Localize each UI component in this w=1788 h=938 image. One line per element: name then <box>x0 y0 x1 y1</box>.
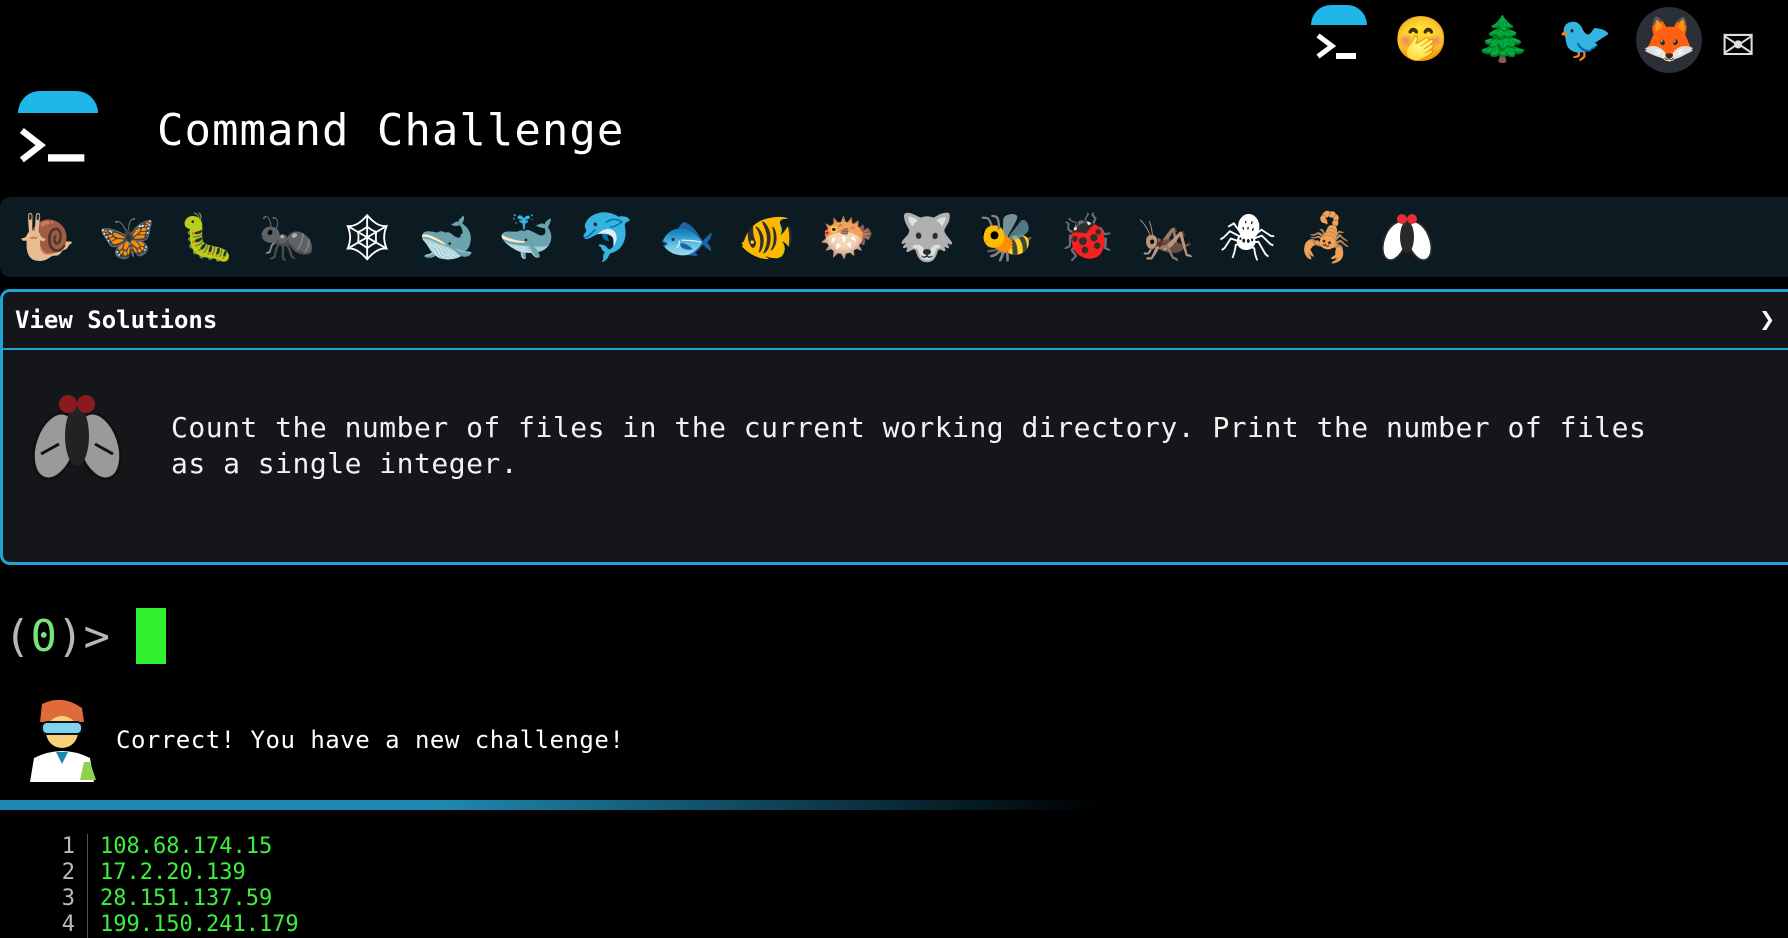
bee-icon[interactable]: 🐝 <box>972 202 1042 272</box>
challenge-description: Count the number of files in the current… <box>171 411 1647 480</box>
prompt-arrow: > <box>83 610 111 662</box>
blowfish-icon[interactable]: 🐡 <box>812 202 882 272</box>
cricket-icon[interactable]: 🦗 <box>1132 202 1202 272</box>
challenge-nav: 🐌 🦋 🐛 🐜 🕸 🐋 🐳 🐬 🐟 🐠 🐡 🐺 🐝 🐞 🦗 🕷 🦂 <box>0 197 1788 277</box>
spider-web-icon[interactable]: 🕸 <box>332 202 402 272</box>
line-number: 4 <box>60 912 88 938</box>
ant-icon[interactable]: 🐜 <box>252 202 322 272</box>
output-value: 28.151.137.59 <box>100 886 273 911</box>
social-links: 🤭 🌲 🐦 🦊 ✉ <box>1308 0 1788 80</box>
output-value: 17.2.20.139 <box>100 860 246 885</box>
tree-icon[interactable]: 🌲 <box>1472 9 1534 71</box>
dolphin-icon[interactable]: 🐬 <box>572 202 642 272</box>
shush-face-icon[interactable]: 🤭 <box>1390 9 1452 71</box>
site-title: Command Challenge <box>157 104 625 156</box>
tropical-fish-icon[interactable]: 🐠 <box>732 202 802 272</box>
prompt-open-paren: ( <box>4 610 31 662</box>
terminal-prompt-icon <box>1316 33 1356 59</box>
site-logo[interactable] <box>17 89 99 171</box>
cap-icon <box>1311 5 1367 25</box>
command-output: 1 108.68.174.15 2 17.2.20.139 3 28.151.1… <box>60 834 299 938</box>
terminal-prompt-icon <box>19 127 85 163</box>
scorpion-icon[interactable]: 🦂 <box>1292 202 1362 272</box>
chevron-right-icon: ❯ <box>1759 305 1775 335</box>
logo-cap-icon <box>18 91 98 113</box>
fish-icon[interactable]: 🐟 <box>652 202 722 272</box>
whale-icon[interactable]: 🐋 <box>412 202 482 272</box>
prompt-close-paren: ) <box>57 610 84 662</box>
command-challenge-icon[interactable] <box>1308 5 1370 71</box>
view-solutions-label: View Solutions <box>15 306 218 334</box>
challenge-body: Count the number of files in the current… <box>3 350 1788 562</box>
twitter-icon[interactable]: 🐦 <box>1554 9 1616 71</box>
output-value: 108.68.174.15 <box>100 834 273 859</box>
output-row: 4 199.150.241.179 <box>60 912 299 938</box>
output-row: 2 17.2.20.139 <box>60 860 299 886</box>
prompt-score: 0 <box>30 610 58 662</box>
wolf-icon[interactable]: 🐺 <box>892 202 962 272</box>
divider <box>0 800 1100 810</box>
output-row: 1 108.68.174.15 <box>60 834 299 860</box>
command-input[interactable] <box>144 605 744 667</box>
line-number: 1 <box>60 834 88 860</box>
mail-icon[interactable]: ✉ <box>1722 9 1788 71</box>
line-number: 2 <box>60 860 88 886</box>
spouting-whale-icon[interactable]: 🐳 <box>492 202 562 272</box>
ladybug-icon[interactable]: 🐞 <box>1052 202 1122 272</box>
output-value: 199.150.241.179 <box>100 912 299 937</box>
caterpillar-icon[interactable]: 🐛 <box>172 202 242 272</box>
output-row: 3 28.151.137.59 <box>60 886 299 912</box>
command-prompt: ( 0 ) > <box>4 605 744 667</box>
feedback-text: Correct! You have a new challenge! <box>116 726 625 754</box>
scientist-icon <box>30 699 96 782</box>
feedback-message: Correct! You have a new challenge! <box>24 695 624 785</box>
snail-icon[interactable]: 🐌 <box>12 202 82 272</box>
fly-icon[interactable] <box>1372 202 1442 272</box>
spider-icon[interactable]: 🕷 <box>1212 202 1282 272</box>
view-solutions-toggle[interactable]: View Solutions ❯ <box>3 292 1788 350</box>
line-number: 3 <box>60 886 88 912</box>
site-header: Command Challenge <box>17 85 624 175</box>
challenge-panel: View Solutions ❯ Count the number of fil… <box>0 289 1788 565</box>
fly-icon <box>1381 214 1433 262</box>
fly-icon <box>31 395 123 481</box>
butterfly-icon[interactable]: 🦋 <box>92 202 162 272</box>
gitlab-icon[interactable]: 🦊 <box>1636 7 1702 73</box>
